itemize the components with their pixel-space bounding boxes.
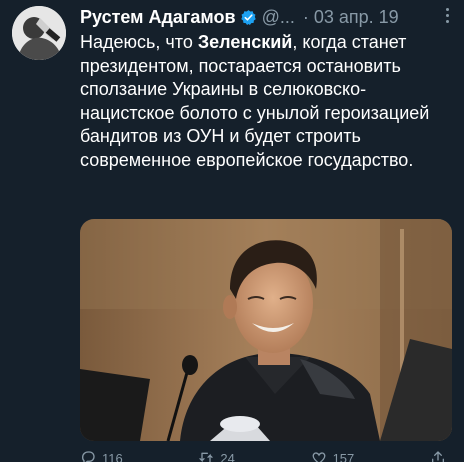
- tweet-card[interactable]: Рустем Адагамов @... · 03 апр. 19 Надеюс…: [0, 0, 464, 462]
- tweet-date[interactable]: 03 апр. 19: [314, 7, 399, 28]
- like-count: 157: [332, 450, 355, 462]
- verified-badge-icon: [240, 9, 257, 26]
- share-icon: [430, 450, 446, 462]
- tweet-header: Рустем Адагамов @... · 03 апр. 19: [80, 6, 399, 28]
- avatar-image: [12, 6, 66, 60]
- like-icon: [311, 450, 327, 462]
- author-handle[interactable]: @...: [262, 7, 295, 28]
- author-avatar[interactable]: [12, 6, 66, 60]
- more-options-icon[interactable]: [444, 8, 450, 28]
- photo-image: [80, 219, 452, 441]
- share-button[interactable]: [430, 448, 452, 462]
- tweet-photo[interactable]: [80, 219, 452, 441]
- retweet-button[interactable]: 24: [198, 448, 235, 462]
- retweet-count: 24: [220, 450, 235, 462]
- like-button[interactable]: 157: [311, 448, 355, 462]
- header-separator: ·: [302, 6, 309, 27]
- retweet-icon: [198, 450, 214, 462]
- author-name[interactable]: Рустем Адагамов: [80, 7, 236, 28]
- tweet-actions: 116 24 157: [80, 448, 452, 462]
- reply-icon: [80, 450, 96, 462]
- tweet-text-mention: Зеленский: [197, 32, 293, 52]
- reply-button[interactable]: 116: [80, 448, 123, 462]
- tweet-text: Надеюсь, что Зеленский, когда станет пре…: [80, 31, 458, 172]
- tweet-text-part2: , когда станет президентом, постарается …: [80, 32, 430, 170]
- tweet-text-part1: Надеюсь, что: [80, 32, 198, 52]
- reply-count: 116: [102, 450, 123, 462]
